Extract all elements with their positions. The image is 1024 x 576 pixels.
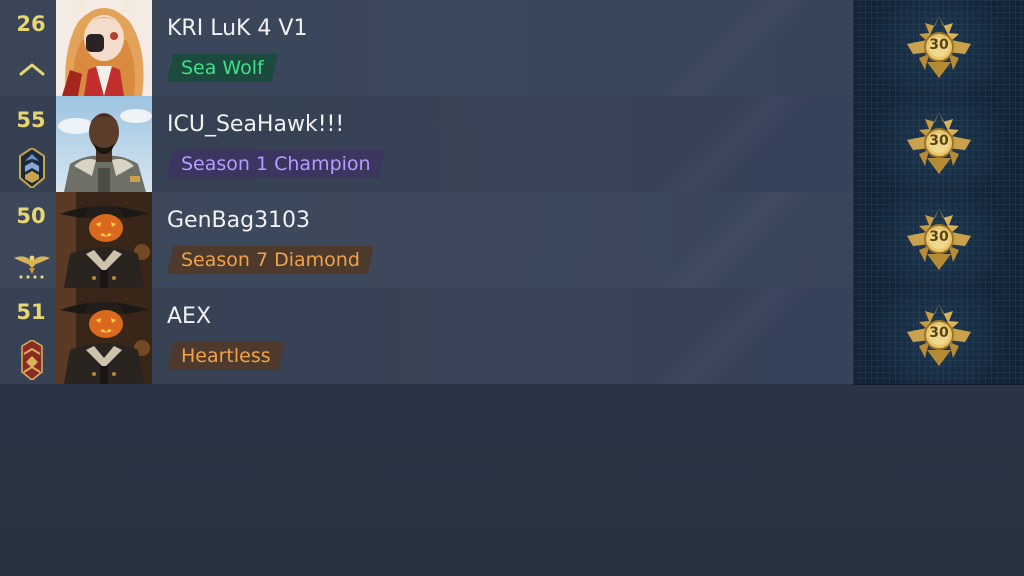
pumpkin-pirate-avatar[interactable] <box>56 192 152 288</box>
medal-cell: 30 <box>853 288 1024 385</box>
medal-level: 30 <box>929 229 949 245</box>
player-level: 26 <box>16 12 46 36</box>
medal-cell: 30 <box>853 192 1024 289</box>
level-column: 55 <box>0 96 56 192</box>
medal-cell: 30 <box>853 96 1024 193</box>
player-row[interactable]: 50 GenBag3103 Season 7 Diamond 30 <box>0 192 1024 289</box>
anime-girl-avatar[interactable] <box>56 0 152 96</box>
chevron-up-icon <box>19 63 45 76</box>
medal-level: 30 <box>929 325 949 341</box>
player-name: KRI LuK 4 V1 <box>167 16 308 41</box>
officer-avatar[interactable] <box>56 96 152 192</box>
level-column: 26 <box>0 0 56 96</box>
title-badge: Season 7 Diamond <box>167 246 374 274</box>
pumpkin-pirate-avatar[interactable] <box>56 288 152 384</box>
player-list: 26 KRI LuK 4 V1 Sea Wolf 30 55 ICU_SeaHa… <box>0 0 1024 385</box>
medal-cell: 30 <box>853 0 1024 97</box>
title-badge: Sea Wolf <box>167 54 278 82</box>
title-badge: Season 1 Champion <box>167 150 385 178</box>
player-row[interactable]: 26 KRI LuK 4 V1 Sea Wolf 30 <box>0 0 1024 97</box>
eagle-rank-icon <box>14 255 50 279</box>
player-row[interactable]: 51 AEX Heartless 30 <box>0 288 1024 385</box>
player-name: GenBag3103 <box>167 208 311 233</box>
level-column: 51 <box>0 288 56 384</box>
player-row[interactable]: 55 ICU_SeaHawk!!! Season 1 Champion 30 <box>0 96 1024 193</box>
shield-rank-icon <box>19 148 45 188</box>
level-column: 50 <box>0 192 56 288</box>
title-badge: Heartless <box>167 342 285 370</box>
player-level: 51 <box>16 300 46 324</box>
player-name: ICU_SeaHawk!!! <box>167 112 345 137</box>
medal-level: 30 <box>929 37 949 53</box>
player-level: 55 <box>16 108 46 132</box>
chevron-badge-icon <box>21 340 43 380</box>
medal-level: 30 <box>929 133 949 149</box>
player-level: 50 <box>16 204 46 228</box>
leaderboard-screen: 26 KRI LuK 4 V1 Sea Wolf 30 55 ICU_SeaHa… <box>0 0 1024 576</box>
player-name: AEX <box>167 304 212 329</box>
